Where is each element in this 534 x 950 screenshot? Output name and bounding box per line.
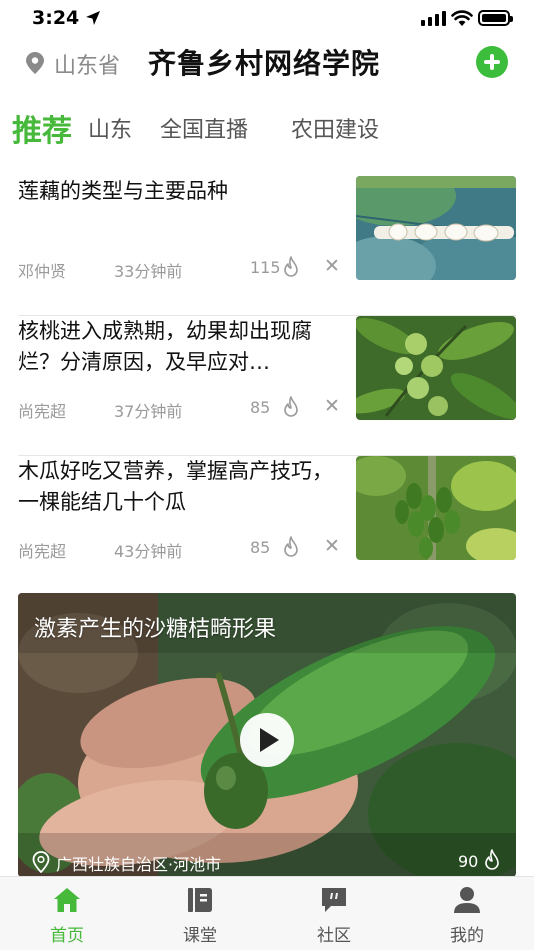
video-card[interactable]: 激素产生的沙糖桔畸形果 广西壮族自治区·河池市 90 <box>18 593 516 877</box>
article-author: 尚宪超 <box>18 542 67 561</box>
page-title: 齐鲁乡村网络学院 <box>148 47 381 80</box>
video-title[interactable]: 激素产生的沙糖桔畸形果 <box>34 611 276 643</box>
article-meta: 邓仲贤 33分钟前 115 ✕ <box>18 255 348 282</box>
tabbar-label: 课堂 <box>183 926 217 946</box>
tabbar-item-classroom[interactable]: 课堂 <box>155 877 245 950</box>
dismiss-close-icon[interactable]: ✕ <box>324 395 340 417</box>
article-title[interactable]: 莲藕的类型与主要品种 <box>18 176 336 207</box>
bottom-tab-bar: 首页 课堂 社区 我的 <box>0 876 534 950</box>
video-location: 广西壮族自治区·河池市 <box>56 855 222 874</box>
article-time: 43分钟前 <box>114 542 183 561</box>
location-pin-icon[interactable] <box>26 52 44 74</box>
article-views: 85 <box>250 398 271 417</box>
article-meta: 尚宪超 37分钟前 85 ✕ <box>18 395 348 422</box>
fire-icon <box>284 396 298 417</box>
tabbar-item-profile[interactable]: 我的 <box>422 877 512 950</box>
dismiss-close-icon[interactable]: ✕ <box>324 255 340 277</box>
article-views: 85 <box>250 538 271 557</box>
location-selector[interactable]: 山东省 <box>54 48 120 80</box>
battery-icon <box>478 10 513 26</box>
chat-quote-icon <box>322 888 346 912</box>
article-author: 尚宪超 <box>18 402 67 421</box>
plus-circle-icon[interactable] <box>476 46 508 78</box>
tab-recommend[interactable]: 推荐 <box>12 106 72 150</box>
tabbar-label: 首页 <box>50 926 84 946</box>
status-time: 3:24 <box>32 7 80 29</box>
tabbar-label: 我的 <box>450 926 484 946</box>
status-bar: 3:24 <box>0 0 534 38</box>
fire-icon <box>284 256 298 277</box>
tab-national-live[interactable]: 全国直播 <box>160 112 248 144</box>
tabbar-item-home[interactable]: 首页 <box>22 877 112 950</box>
article-time: 33分钟前 <box>114 262 183 281</box>
article-author: 邓仲贤 <box>18 262 67 281</box>
article-thumbnail-papaya[interactable] <box>356 456 516 560</box>
play-icon[interactable] <box>240 713 294 767</box>
fire-icon <box>284 536 298 557</box>
article-thumbnail-walnut[interactable] <box>356 316 516 420</box>
article-meta: 尚宪超 43分钟前 85 ✕ <box>18 535 348 562</box>
location-arrow-icon <box>86 11 100 25</box>
article-card[interactable]: 木瓜好吃又营养，掌握高产技巧，一棵能结几十个瓜 尚宪超 43分钟前 85 ✕ <box>18 456 516 596</box>
cellular-signal-icon <box>421 11 446 26</box>
person-icon <box>454 887 480 913</box>
fire-icon <box>485 849 499 870</box>
article-title[interactable]: 核桃进入成熟期，幼果却出现腐烂？分清原因，及早应对… <box>18 316 336 378</box>
dismiss-close-icon[interactable]: ✕ <box>324 535 340 557</box>
tab-shandong[interactable]: 山东 <box>88 112 132 144</box>
tab-farmland-construction[interactable]: 农田建设 <box>291 112 379 144</box>
app-header: 山东省 齐鲁乡村网络学院 <box>0 38 534 88</box>
location-pin-icon <box>32 851 50 873</box>
article-title[interactable]: 木瓜好吃又营养，掌握高产技巧，一棵能结几十个瓜 <box>18 456 336 518</box>
article-views: 115 <box>250 258 281 277</box>
wifi-icon <box>451 10 473 26</box>
article-time: 37分钟前 <box>114 402 183 421</box>
article-thumbnail-lotus-root[interactable] <box>356 176 516 280</box>
book-icon <box>188 888 212 912</box>
home-icon <box>54 888 80 912</box>
tabbar-label: 社区 <box>317 926 351 946</box>
tabbar-item-community[interactable]: 社区 <box>289 877 379 950</box>
article-card[interactable]: 莲藕的类型与主要品种 邓仲贤 33分钟前 115 ✕ <box>18 176 516 316</box>
video-views: 90 <box>458 852 479 871</box>
category-tabs: 推荐 山东 全国直播 农田建设 <box>0 100 534 154</box>
article-card[interactable]: 核桃进入成熟期，幼果却出现腐烂？分清原因，及早应对… 尚宪超 37分钟前 85 … <box>18 316 516 456</box>
